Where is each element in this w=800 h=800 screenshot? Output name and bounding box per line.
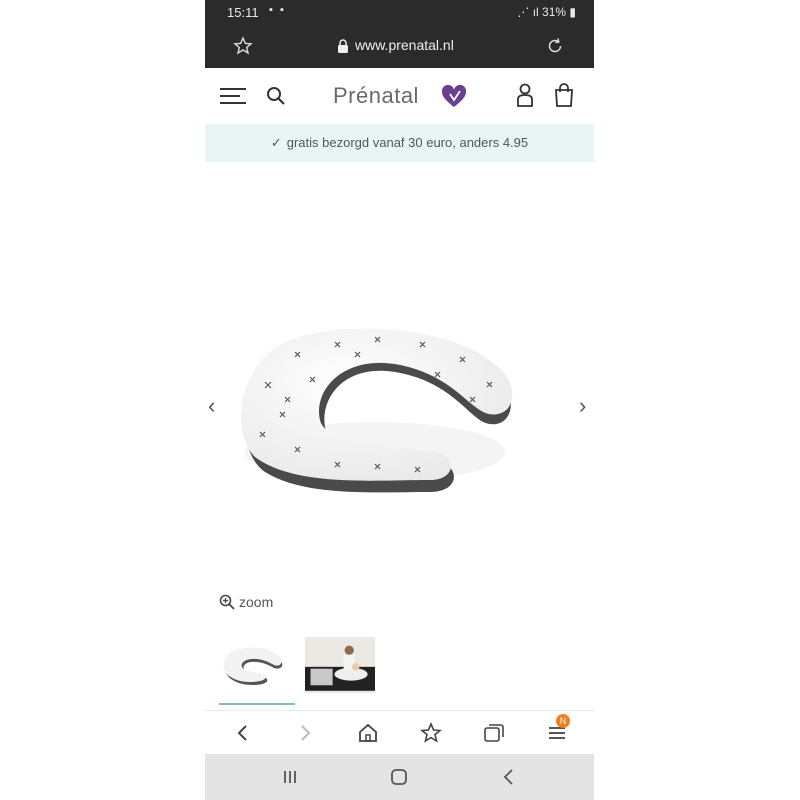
lock-icon [338,39,348,53]
promo-text: gratis bezorgd vanaf 30 euro, anders 4.9… [286,135,529,150]
browser-bottom-bar [205,710,594,755]
check-icon: ✓ [270,135,282,150]
star-icon[interactable] [233,36,253,56]
battery-level: 31% [542,5,567,19]
user-icon[interactable] [515,83,535,107]
bag-icon[interactable] [553,82,575,108]
phone-screen: 15:11 ▪ ▪ ⋰ ıl 31% ▮ www.prenatal.nl Pré… [205,0,594,800]
home-icon[interactable] [356,721,380,745]
url-bar: www.prenatal.nl [205,26,594,68]
update-badge: N [556,714,570,728]
recent-apps-icon[interactable] [279,767,301,787]
status-time: 15:11 [227,5,259,20]
search-icon[interactable] [265,85,287,107]
thumbnail-strip [219,637,589,705]
android-nav-bar [205,754,594,800]
signal-icon: ⋰ ıl [517,5,543,19]
zoom-icon [219,594,235,610]
reload-icon[interactable] [545,36,565,56]
thumbnail-1[interactable] [219,637,289,693]
bookmark-icon[interactable] [419,721,443,745]
status-bar: 15:11 ▪ ▪ ⋰ ıl 31% ▮ [205,0,594,26]
tabs-icon[interactable] [482,721,506,745]
site-header: Prénatal [205,68,594,125]
product-image[interactable] [225,302,525,502]
chevron-right-icon[interactable]: › [579,395,593,417]
product-gallery: ‹ › [205,162,594,587]
brand-logo-text[interactable]: Prénatal [333,83,419,109]
thumbnail-2[interactable] [305,637,375,693]
battery-icon: ▮ [566,5,576,19]
heart-logo-icon [441,85,467,107]
back-icon[interactable] [231,721,255,745]
url-text[interactable]: www.prenatal.nl [355,37,454,53]
promo-banner: ✓ gratis bezorgd vanaf 30 euro, anders 4.… [205,124,594,162]
zoom-button[interactable]: zoom [219,594,273,610]
home-nav-icon[interactable] [388,767,410,787]
forward-icon[interactable] [293,721,317,745]
zoom-label: zoom [239,594,274,610]
menu-icon[interactable] [220,88,246,106]
chevron-left-icon[interactable]: ‹ [208,395,222,417]
status-right: ⋰ ıl 31% ▮ [517,5,576,19]
back-nav-icon[interactable] [498,767,520,787]
notification-icons: ▪ ▪ [269,4,286,16]
thumbnail-active-indicator [219,703,295,705]
